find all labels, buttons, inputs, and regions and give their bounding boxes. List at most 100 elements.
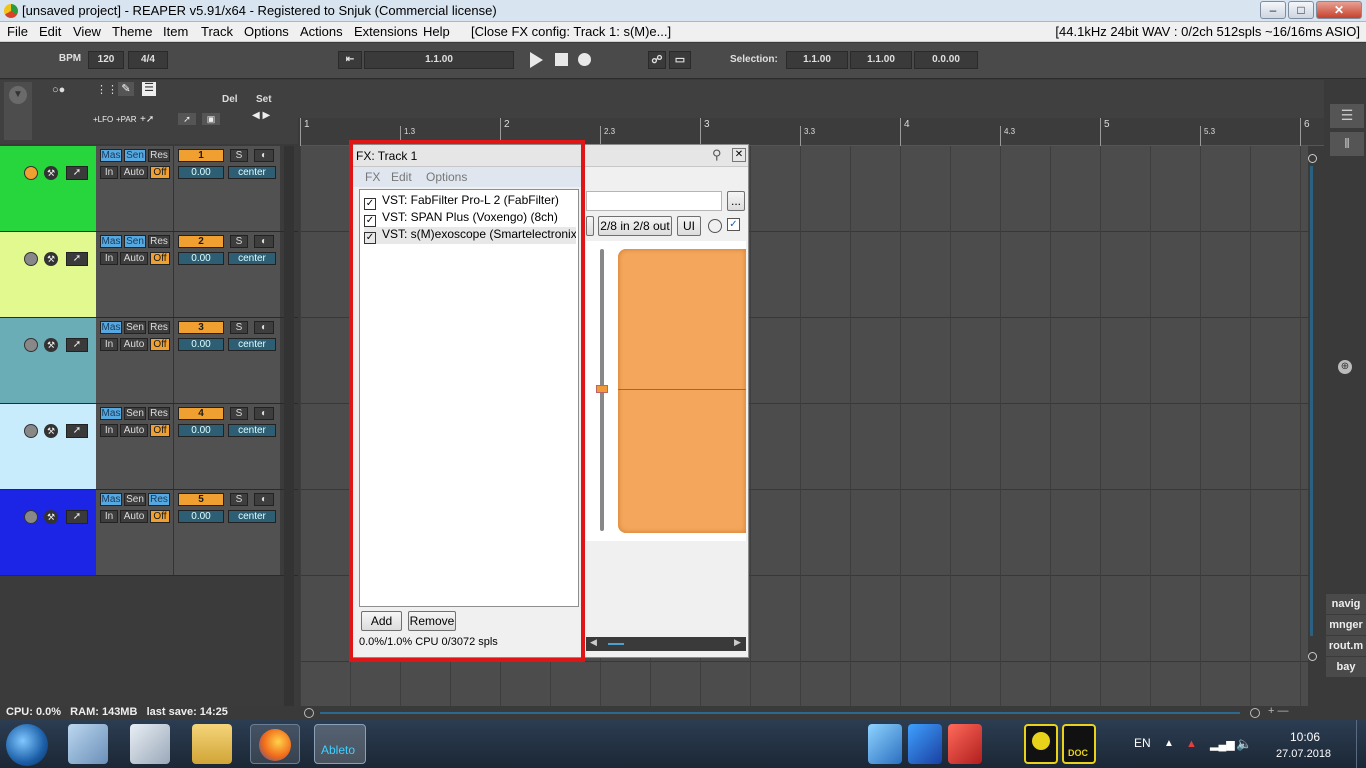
poker-app-icon[interactable]: [948, 724, 982, 764]
menu-options[interactable]: Options: [244, 24, 289, 39]
menu-item[interactable]: Item: [163, 24, 188, 39]
phase-icon[interactable]: ◐: [254, 235, 274, 248]
pan-value[interactable]: center: [228, 252, 276, 265]
fx-bypass-button[interactable]: Off: [150, 338, 170, 351]
track-number[interactable]: 3: [178, 321, 224, 334]
fx-bypass-button[interactable]: Off: [150, 252, 170, 265]
navigator-button[interactable]: navig: [1326, 594, 1366, 614]
tray-app-icon[interactable]: ▲: [1186, 738, 1197, 750]
track-row[interactable]: ⚒ ➚ Mas Sen Res In Auto Off 4 S ◐ 0.00 c…: [0, 404, 298, 490]
metronome-icon[interactable]: ☍: [648, 51, 666, 69]
record-mode-icon[interactable]: ○●: [52, 84, 65, 96]
pan-value[interactable]: center: [228, 166, 276, 179]
doc-app-button[interactable]: DOC: [1062, 724, 1096, 764]
automation-button[interactable]: Auto: [120, 510, 148, 523]
send-button[interactable]: Sen: [124, 149, 146, 162]
automation-button[interactable]: Auto: [120, 252, 148, 265]
scroll-thumb[interactable]: [608, 643, 624, 645]
phase-icon[interactable]: ◐: [254, 407, 274, 420]
plugin-ui-area[interactable]: [586, 241, 746, 541]
expand-icon[interactable]: ➚: [66, 510, 88, 524]
menu-view[interactable]: View: [73, 24, 101, 39]
wrench-icon[interactable]: ⚒: [44, 338, 58, 352]
menu-actions[interactable]: Actions: [300, 24, 343, 39]
minimize-button[interactable]: –: [1260, 1, 1286, 19]
expand-icon[interactable]: ➚: [66, 166, 88, 180]
expand-icon[interactable]: ➚: [66, 424, 88, 438]
solo-button[interactable]: S: [230, 407, 248, 420]
wrench-icon[interactable]: ⚒: [44, 252, 58, 266]
ui-button[interactable]: UI: [677, 216, 701, 236]
automation-button[interactable]: Auto: [120, 338, 148, 351]
manager-button[interactable]: mnger: [1326, 615, 1366, 635]
clock-date[interactable]: 27.07.2018: [1276, 748, 1331, 760]
solo-button[interactable]: S: [230, 235, 248, 248]
volume-icon[interactable]: 🔈: [1236, 736, 1252, 752]
stop-icon[interactable]: [555, 53, 568, 66]
scrollbar-thumb[interactable]: [1310, 166, 1313, 636]
record-arm-button[interactable]: [24, 338, 38, 352]
menu-theme[interactable]: Theme: [112, 24, 152, 39]
record-arm-button[interactable]: [24, 424, 38, 438]
zoom-icon[interactable]: ⊕: [1338, 360, 1352, 374]
input-button[interactable]: In: [100, 510, 118, 523]
menu-icon[interactable]: ☰: [1330, 104, 1364, 128]
volume-value[interactable]: 0.00: [178, 510, 224, 523]
pin-icon[interactable]: ⚲: [712, 147, 722, 163]
network-app-icon[interactable]: [868, 724, 902, 764]
pan-value[interactable]: center: [228, 424, 276, 437]
track-row[interactable]: ⚒ ➚ Mas Sen Res In Auto Off 3 S ◐ 0.00 c…: [0, 318, 298, 404]
master-send-button[interactable]: Mas: [100, 235, 122, 248]
mixer-icon[interactable]: ‖: [1330, 132, 1364, 156]
input-button[interactable]: In: [100, 424, 118, 437]
record-arm-button[interactable]: [24, 252, 38, 266]
monitor-icon[interactable]: ▭: [669, 51, 691, 69]
dropdown-icon[interactable]: ▼: [9, 86, 27, 104]
master-send-button[interactable]: Mas: [100, 493, 122, 506]
arrows-icon[interactable]: ◀ ▶: [252, 110, 270, 121]
notes-icon[interactable]: [68, 724, 108, 764]
master-send-button[interactable]: Mas: [100, 149, 122, 162]
jump-start-icon[interactable]: ⇤: [338, 51, 362, 69]
ableton-taskbar-button[interactable]: Ableto: [314, 724, 366, 764]
scroll-down-icon[interactable]: [1308, 652, 1317, 661]
send-button[interactable]: Sen: [124, 493, 146, 506]
input-button[interactable]: In: [100, 252, 118, 265]
master-send-button[interactable]: Mas: [100, 321, 122, 334]
bpm-value[interactable]: 120: [88, 51, 124, 69]
action-hint[interactable]: [Close FX config: Track 1: s(M)e...]: [471, 24, 671, 39]
solo-button[interactable]: S: [230, 149, 248, 162]
torrent-app-icon[interactable]: [1024, 724, 1058, 764]
plugin-scrollbar[interactable]: ◀ ▶: [586, 637, 746, 651]
menu-file[interactable]: File: [7, 24, 28, 39]
slider-handle[interactable]: [596, 385, 608, 393]
scroll-right-icon[interactable]: ▶: [734, 637, 741, 648]
show-desktop-button[interactable]: [1356, 720, 1366, 768]
solo-button[interactable]: S: [230, 321, 248, 334]
param-button[interactable]: [586, 216, 594, 236]
fx-bypass-button[interactable]: Off: [150, 510, 170, 523]
automation-button[interactable]: Auto: [120, 424, 148, 437]
3d-app-icon[interactable]: [908, 724, 942, 764]
expand-icon[interactable]: ➚: [178, 113, 196, 125]
track-number[interactable]: 5: [178, 493, 224, 506]
selection-end[interactable]: 1.1.00: [850, 51, 912, 69]
pan-value[interactable]: center: [228, 338, 276, 351]
send-button[interactable]: Sen: [124, 407, 146, 420]
volume-value[interactable]: 0.00: [178, 252, 224, 265]
wet-knob-icon[interactable]: [708, 219, 722, 233]
send-button[interactable]: Sen: [124, 235, 146, 248]
close-button[interactable]: ✕: [1316, 1, 1362, 19]
input-button[interactable]: In: [100, 338, 118, 351]
track-number[interactable]: 1: [178, 149, 224, 162]
audio-status[interactable]: [44.1kHz 24bit WAV : 0/2ch 512spls ~16/1…: [1055, 24, 1360, 39]
position-display[interactable]: 1.1.00: [364, 51, 514, 69]
bay-button[interactable]: bay: [1326, 657, 1366, 677]
expand-icon[interactable]: ➚: [66, 338, 88, 352]
master-send-button[interactable]: Mas: [100, 407, 122, 420]
automation-button[interactable]: Auto: [120, 166, 148, 179]
io-pins-button[interactable]: 2/8 in 2/8 out: [598, 216, 672, 236]
menu-extensions[interactable]: Extensions: [354, 24, 418, 39]
explorer-icon[interactable]: [192, 724, 232, 764]
menu-edit[interactable]: Edit: [39, 24, 61, 39]
